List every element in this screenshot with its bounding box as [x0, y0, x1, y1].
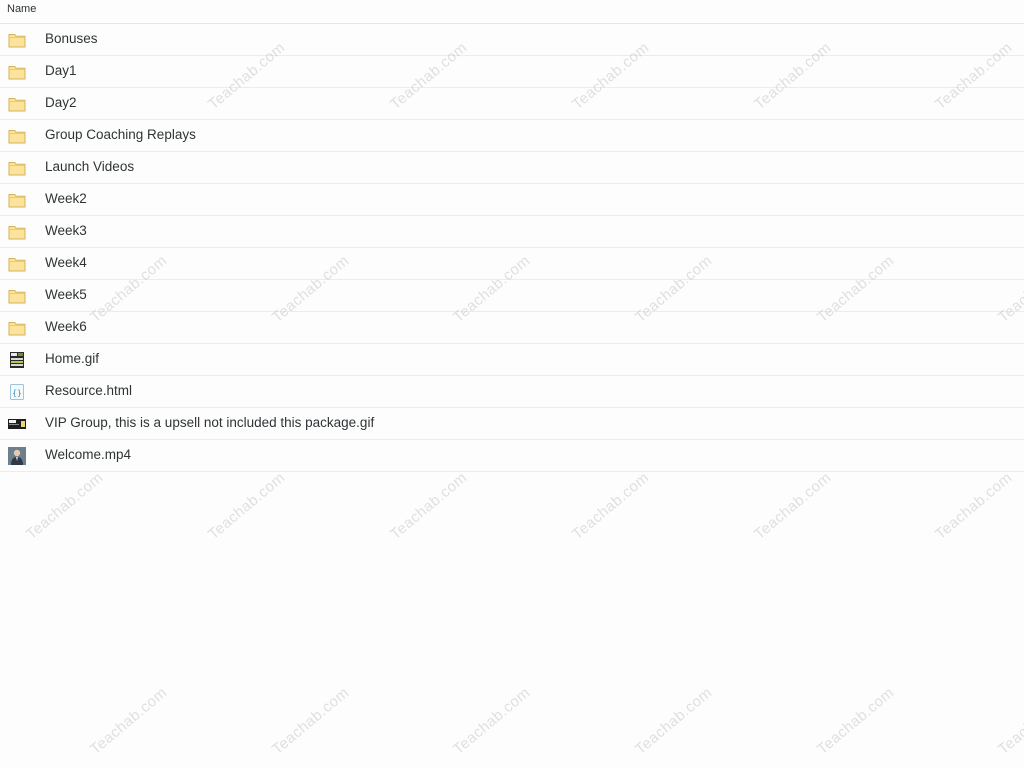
file-name: Week3 — [45, 223, 87, 238]
file-row-html[interactable]: {} Resource.html — [0, 376, 1024, 408]
folder-icon — [8, 98, 26, 112]
watermark-text: Teachab.com — [450, 684, 534, 759]
watermark-text: Teachab.com — [632, 684, 716, 759]
file-name: Launch Videos — [45, 159, 135, 174]
file-name: Week2 — [45, 191, 87, 206]
file-name: Week4 — [45, 255, 87, 270]
watermark-text: Teachab.com — [751, 469, 835, 544]
watermark-text: Teachab.com — [569, 469, 653, 544]
file-row-folder[interactable]: Week2 — [0, 184, 1024, 216]
folder-icon — [8, 66, 26, 80]
watermark-text: Teachab.com — [205, 469, 289, 544]
file-row-folder[interactable]: Launch Videos — [0, 152, 1024, 184]
file-row-folder[interactable]: Bonuses — [0, 24, 1024, 56]
name-column-label: Name — [7, 3, 37, 15]
watermark-text: Teachab.com — [269, 684, 353, 759]
file-row-folder[interactable]: Week4 — [0, 248, 1024, 280]
file-row-video[interactable]: Welcome.mp4 — [0, 440, 1024, 472]
folder-icon — [8, 162, 26, 176]
file-row-folder[interactable]: Day2 — [0, 88, 1024, 120]
folder-icon — [8, 130, 26, 144]
folder-icon — [8, 226, 26, 240]
file-row-folder[interactable]: Group Coaching Replays — [0, 120, 1024, 152]
watermark-text: Teachab.com — [995, 684, 1024, 759]
file-row-folder[interactable]: Week6 — [0, 312, 1024, 344]
file-name: Home.gif — [45, 351, 100, 366]
file-row-folder[interactable]: Week3 — [0, 216, 1024, 248]
file-row-folder[interactable]: Day1 — [0, 56, 1024, 88]
file-name: Day2 — [45, 95, 77, 110]
file-name: Bonuses — [45, 31, 98, 46]
file-name: Week6 — [45, 319, 87, 334]
watermark-text: Teachab.com — [814, 684, 898, 759]
file-name: Group Coaching Replays — [45, 127, 196, 142]
file-row-gif[interactable]: Home.gif — [0, 344, 1024, 376]
watermark-text: Teachab.com — [387, 469, 471, 544]
folder-icon — [8, 290, 26, 304]
gif-thumbnail-icon — [8, 419, 26, 429]
watermark-text: Teachab.com — [87, 684, 171, 759]
svg-text:{}: {} — [12, 389, 22, 398]
folder-icon — [8, 258, 26, 272]
folder-icon — [8, 34, 26, 48]
file-name: Welcome.mp4 — [45, 447, 132, 462]
file-browser-view: Name Bonuses Day1 Day2 Group Coaching Re… — [0, 0, 1024, 768]
file-name: Resource.html — [45, 383, 133, 398]
folder-icon — [8, 194, 26, 208]
watermark-text: Teachab.com — [23, 469, 107, 544]
watermark-text: Teachab.com — [932, 469, 1016, 544]
file-list: Bonuses Day1 Day2 Group Coaching Replays… — [0, 24, 1024, 472]
file-row-gif[interactable]: VIP Group, this is a upsell not included… — [0, 408, 1024, 440]
file-name: Day1 — [45, 63, 77, 78]
gif-thumbnail-icon — [10, 352, 24, 368]
name-column-header[interactable]: Name — [0, 0, 1024, 24]
file-name: Week5 — [45, 287, 87, 302]
file-row-folder[interactable]: Week5 — [0, 280, 1024, 312]
folder-icon — [8, 322, 26, 336]
video-thumbnail-icon — [8, 447, 26, 465]
file-name: VIP Group, this is a upsell not included… — [45, 415, 375, 430]
html-file-icon: {} — [10, 384, 24, 400]
